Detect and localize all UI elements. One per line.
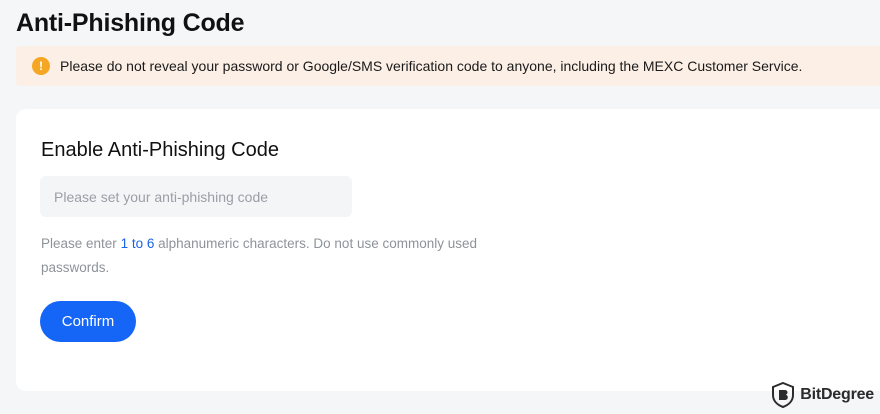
page-title: Anti-Phishing Code [16,9,245,37]
card-title: Enable Anti-Phishing Code [41,139,279,161]
hint-highlight: 1 to 6 [120,236,155,251]
anti-phishing-code-input[interactable] [40,176,352,217]
watermark-text: BitDegree [800,386,874,403]
anti-phishing-page: Anti-Phishing Code ! Please do not revea… [0,0,880,414]
confirm-button[interactable]: Confirm [40,301,136,342]
bitdegree-logo-icon [772,382,795,408]
bitdegree-watermark: BitDegree [772,382,874,408]
anti-phishing-card: Enable Anti-Phishing Code Please enter 1… [16,109,880,391]
notice-text: Please do not reveal your password or Go… [60,58,803,74]
input-hint: Please enter 1 to 6 alphanumeric charact… [41,232,521,280]
hint-prefix: Please enter [41,236,121,251]
warning-icon: ! [32,57,50,75]
warning-notice: ! Please do not reveal your password or … [16,46,880,86]
